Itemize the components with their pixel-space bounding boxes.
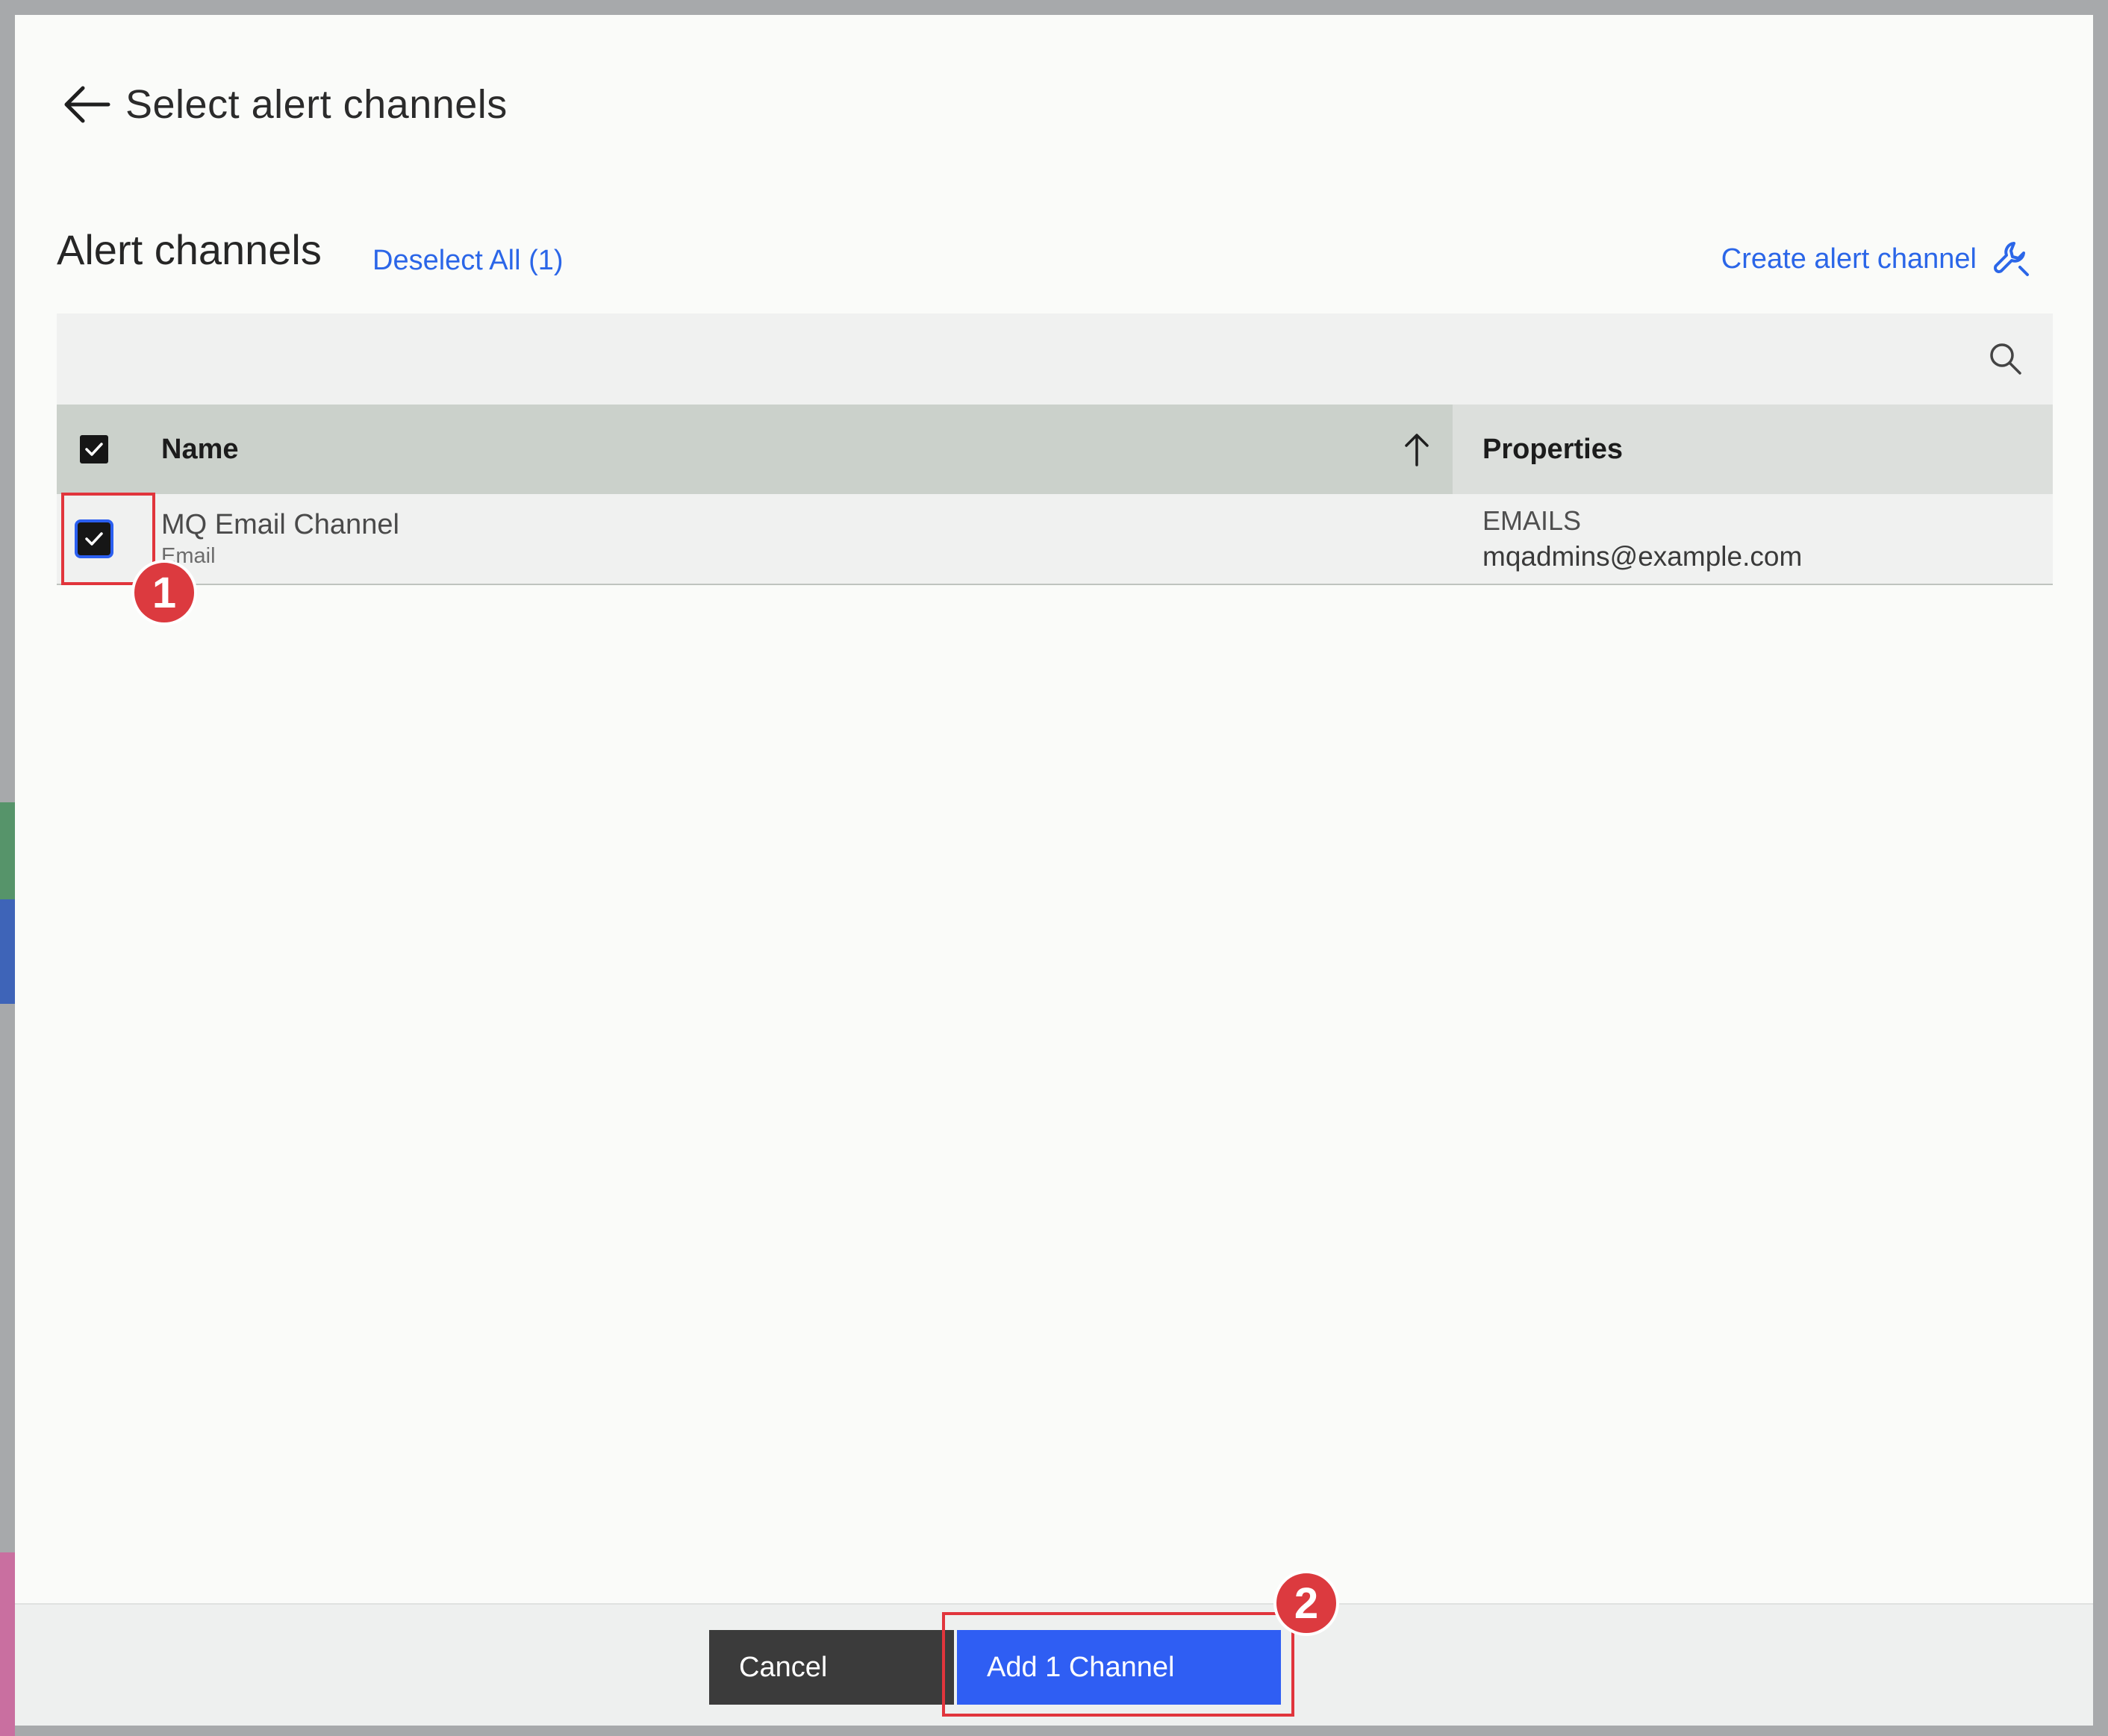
column-header-name[interactable]: Name (131, 405, 1453, 494)
channel-name: MQ Email Channel (161, 509, 399, 540)
channel-type: Email (161, 544, 216, 568)
deselect-all-link[interactable]: Deselect All (1) (372, 245, 564, 277)
column-header-properties: Properties (1453, 405, 2053, 494)
select-alert-channels-dialog: Select alert channels Alert channels Des… (15, 15, 2093, 1724)
property-label: EMAILS (1482, 505, 1582, 536)
table-header: Name Properties (57, 405, 2053, 494)
background-app-bar (0, 899, 15, 1004)
table-toolbar (57, 313, 2053, 405)
background-app-bar (0, 1552, 15, 1736)
header-checkbox-cell (57, 405, 131, 494)
checkmark-icon (85, 443, 103, 456)
search-icon[interactable] (1987, 340, 2024, 378)
row-name-cell: MQ Email Channel Email (131, 494, 1453, 584)
column-header-name-label: Name (161, 433, 239, 465)
alert-channels-table: Name Properties MQ Email Channel Email E… (57, 405, 2053, 585)
create-alert-channel-label: Create alert channel (1721, 243, 1977, 275)
step-1-badge: 1 (131, 560, 197, 625)
property-value: mqadmins@example.com (1482, 541, 1803, 572)
arrow-up-icon (1405, 434, 1429, 466)
section-title: Alert channels (57, 226, 322, 273)
create-alert-channel-link[interactable]: Create alert channel (1721, 239, 2032, 279)
row-properties-cell: EMAILS mqadmins@example.com (1453, 494, 2053, 584)
highlight-add-button (942, 1612, 1294, 1717)
step-2-badge: 2 (1273, 1570, 1339, 1636)
back-button[interactable] (57, 75, 116, 134)
arrow-left-icon (64, 86, 110, 123)
cancel-button[interactable]: Cancel (709, 1630, 954, 1705)
wrench-icon (1994, 242, 2029, 276)
dialog-title: Select alert channels (125, 82, 508, 127)
select-all-checkbox[interactable] (80, 435, 108, 463)
table-row[interactable]: MQ Email Channel Email EMAILS mqadmins@e… (57, 494, 2053, 585)
dialog-header: Select alert channels (57, 67, 508, 142)
background-app-bar (0, 802, 15, 899)
